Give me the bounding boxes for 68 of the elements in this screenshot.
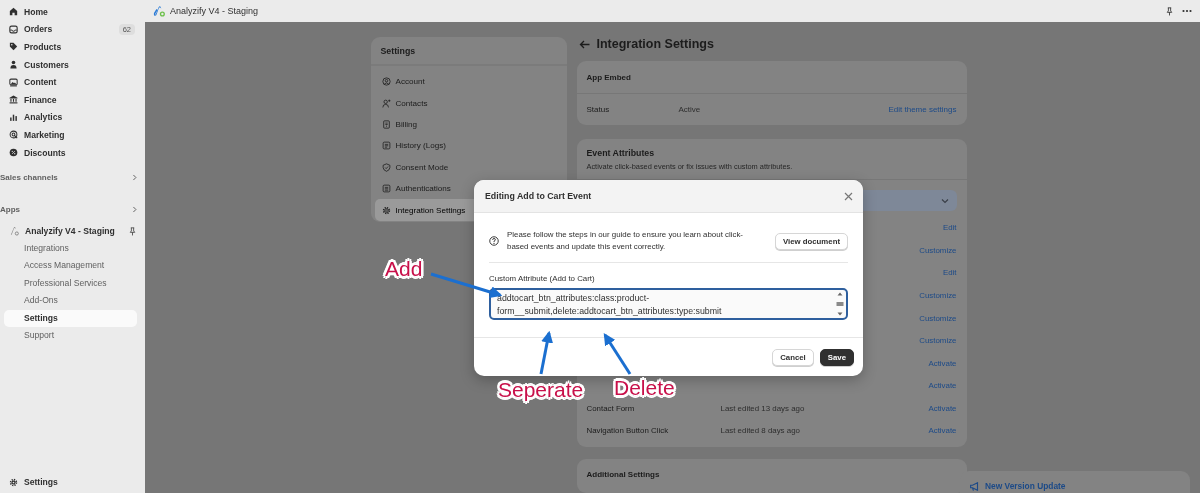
annotation-label: Add: [385, 258, 423, 279]
nav-item[interactable]: Finance: [0, 90, 145, 109]
nav-item[interactable]: Home: [0, 3, 145, 21]
section-heading: Apps: [0, 205, 21, 215]
app-title: Analyzify V4 - Staging: [170, 6, 260, 16]
person-circle-icon: [381, 77, 391, 87]
app-logo-icon: [153, 5, 165, 17]
gear-icon: [9, 477, 18, 487]
card-title: Event Attributes: [586, 148, 656, 159]
pin-icon[interactable]: [1165, 6, 1174, 16]
settings-nav-item[interactable]: History (Logs): [374, 135, 563, 157]
section-heading: Sales channels: [0, 173, 59, 183]
status-value: Active: [678, 105, 702, 115]
annotation-arrow: [539, 330, 554, 375]
annotation-label: Delete: [614, 377, 675, 398]
home-icon: [9, 7, 18, 17]
nav-item[interactable]: Content: [0, 73, 145, 91]
receipt-icon: [381, 119, 391, 129]
sub-nav-item[interactable]: Settings: [4, 309, 137, 328]
settings-link[interactable]: Settings: [24, 477, 58, 488]
pin-icon[interactable]: [128, 226, 137, 236]
bar-chart-icon: [9, 112, 18, 122]
nav-item[interactable]: Discounts: [0, 143, 145, 162]
person-icon: [9, 60, 18, 70]
annotation-arrow: [603, 333, 632, 375]
badge-icon: [9, 148, 18, 158]
sub-nav-item[interactable]: Access Management: [4, 257, 137, 275]
settings-nav-item[interactable]: Account: [374, 71, 563, 93]
back-arrow-icon[interactable]: [578, 39, 590, 49]
close-icon[interactable]: [844, 191, 853, 201]
nav-item[interactable]: Analytics: [0, 108, 145, 127]
sub-nav-item[interactable]: Integrations: [4, 239, 137, 258]
dialog-title: Editing Add to Cart Event: [485, 191, 592, 201]
app-name[interactable]: Analyzify V4 - Staging: [25, 226, 122, 237]
image-icon: [9, 77, 18, 87]
gear-icon: [381, 205, 391, 215]
chevron-right-icon[interactable]: [130, 173, 139, 183]
tag-icon: [9, 42, 18, 52]
settings-nav-item[interactable]: Contacts: [374, 92, 563, 114]
card-title: App Embed: [586, 72, 631, 82]
help-icon: [489, 236, 499, 247]
custom-attribute-field[interactable]: addtocart_btn_attributes:class:product-form__submit,delete:addtocart_btn_attributes:type:submit: [489, 287, 848, 320]
inbox-icon: [9, 24, 18, 34]
target-icon: [9, 130, 18, 140]
chevron-down-icon: [940, 197, 949, 204]
shield-icon: [381, 162, 391, 172]
settings-nav-item[interactable]: Billing: [374, 113, 563, 136]
bank-icon: [9, 95, 18, 105]
settings-nav-item[interactable]: Consent Mode: [374, 156, 563, 178]
nav-item[interactable]: Customers: [0, 55, 145, 74]
annotation-label: Seperate: [498, 379, 584, 400]
nav-item[interactable]: Products: [0, 38, 145, 56]
scrollbar-drawing: [836, 290, 844, 317]
page-title: Integration Settings: [596, 37, 714, 52]
megaphone-icon: [970, 481, 980, 491]
more-icon[interactable]: [1182, 9, 1192, 13]
card-title: Additional Settings: [586, 469, 660, 479]
app-logo-icon: [9, 226, 19, 237]
card-title: Settings: [380, 45, 416, 56]
sub-nav-item[interactable]: Support: [4, 327, 137, 345]
sub-nav-item[interactable]: Add-Ons: [4, 292, 137, 310]
list-icon: [381, 184, 391, 194]
nav-item[interactable]: Marketing: [0, 126, 145, 144]
chevron-right-icon[interactable]: [130, 205, 139, 215]
field-label: Status: [586, 105, 611, 115]
person-plus-icon: [381, 98, 391, 108]
sub-nav-item[interactable]: Professional Services: [4, 274, 137, 293]
list-icon: [381, 141, 391, 151]
